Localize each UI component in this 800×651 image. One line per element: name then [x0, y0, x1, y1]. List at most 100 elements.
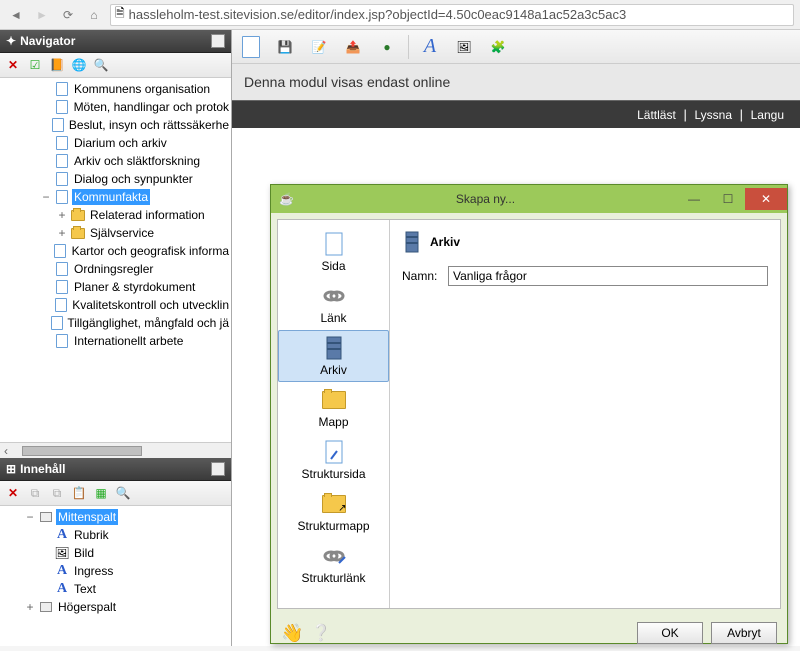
delete-icon[interactable]: ✕ — [4, 56, 22, 74]
search-icon[interactable]: 🔍 — [92, 56, 110, 74]
twisty-icon[interactable]: + — [56, 225, 68, 241]
name-input[interactable] — [448, 266, 768, 286]
tree-label: Internationellt arbete — [72, 333, 185, 349]
tree-label: Dialog och synpunkter — [72, 171, 195, 187]
tree-label: Text — [72, 581, 98, 597]
type-mapp[interactable]: Mapp — [278, 382, 389, 434]
page-icon — [54, 262, 70, 276]
publish-icon[interactable]: ● — [374, 34, 400, 60]
close-button[interactable]: ✕ — [745, 188, 787, 210]
type-strukturmapp[interactable]: ↗Strukturmapp — [278, 486, 389, 538]
type-list[interactable]: Sida LänkArkivMapp Struktursida ↗Strukturma… — [278, 220, 390, 608]
twisty-icon[interactable]: − — [24, 509, 36, 525]
tree-item[interactable]: 🖼Bild — [0, 544, 231, 562]
dialog-titlebar[interactable]: ☕ Skapa ny... — ☐ ✕ — [271, 185, 787, 213]
help-icon[interactable]: ❔ — [311, 623, 331, 643]
collapse-icon[interactable] — [211, 462, 225, 476]
navigator-tree[interactable]: Kommunens organisationMöten, handlingar … — [0, 78, 231, 442]
lyssna-link[interactable]: Lyssna — [690, 108, 736, 122]
note-icon[interactable]: 📝 — [306, 34, 332, 60]
export-icon[interactable]: 📤 — [340, 34, 366, 60]
type-label: Struktursida — [301, 467, 365, 481]
twisty-icon[interactable]: + — [24, 599, 36, 615]
tree-item[interactable]: Dialog och synpunkter — [0, 170, 231, 188]
check-icon[interactable]: ☑ — [26, 56, 44, 74]
copy-icon[interactable]: ⧉ — [26, 484, 44, 502]
twisty-icon[interactable]: + — [56, 207, 68, 223]
tree-label: Ordningsregler — [72, 261, 155, 277]
page-icon — [53, 298, 68, 312]
page-icon — [54, 280, 70, 294]
tree-item[interactable]: Kommunens organisation — [0, 80, 231, 98]
tree-item[interactable]: AText — [0, 580, 231, 598]
font-icon[interactable]: A — [417, 34, 443, 60]
tree-item[interactable]: Beslut, insyn och rättssäkerhe — [0, 116, 231, 134]
url-input[interactable] — [129, 7, 789, 22]
online-banner: Denna modul visas endast online — [232, 64, 800, 101]
tree-label: Möten, handlingar och protok — [72, 99, 231, 115]
lattlast-link[interactable]: Lättläst — [633, 108, 680, 122]
tree-item[interactable]: Arkiv och släktforskning — [0, 152, 231, 170]
tree-item[interactable]: +Relaterad information — [0, 206, 231, 224]
tree-item[interactable]: Tillgänglighet, mångfald och jä — [0, 314, 231, 332]
tree-item[interactable]: ARubrik — [0, 526, 231, 544]
url-bar[interactable]: 🗎 — [110, 4, 794, 26]
tree-item[interactable]: +Högerspalt — [0, 598, 231, 616]
tree-item[interactable]: −Mittenspalt — [0, 508, 231, 526]
type-länk[interactable]: Länk — [278, 278, 389, 330]
copy2-icon[interactable]: ⧉ — [48, 484, 66, 502]
delete-icon[interactable]: ✕ — [4, 484, 22, 502]
home-button[interactable]: ⌂ — [84, 5, 104, 25]
tree-item[interactable]: −Kommunfakta — [0, 188, 231, 206]
paste-icon[interactable]: 📋 — [70, 484, 88, 502]
tree-item[interactable]: Kvalitetskontroll och utvecklin — [0, 296, 231, 314]
struktursida-icon — [318, 439, 350, 465]
tree-item[interactable]: +Självservice — [0, 224, 231, 242]
tree-label: Rubrik — [72, 527, 111, 543]
maximize-button[interactable]: ☐ — [711, 188, 745, 210]
globe-icon[interactable]: 🌐 — [70, 56, 88, 74]
reload-button[interactable]: ⟳ — [58, 5, 78, 25]
tree-item[interactable]: Möten, handlingar och protok — [0, 98, 231, 116]
type-struktursida[interactable]: Struktursida — [278, 434, 389, 486]
type-arkiv[interactable]: Arkiv — [278, 330, 389, 382]
tree-item[interactable]: Internationellt arbete — [0, 332, 231, 350]
tree-item[interactable]: Diarium och arkiv — [0, 134, 231, 152]
type-strukturlänk[interactable]: Strukturlänk — [278, 538, 389, 590]
ok-button[interactable]: OK — [637, 622, 703, 644]
minimize-button[interactable]: — — [677, 188, 711, 210]
new-icon[interactable] — [238, 34, 264, 60]
back-button[interactable]: ◄ — [6, 5, 26, 25]
type-sida[interactable]: Sida — [278, 226, 389, 278]
save-icon[interactable]: 💾 — [272, 34, 298, 60]
tree-item[interactable]: AIngress — [0, 562, 231, 580]
book-icon[interactable]: 📙 — [48, 56, 66, 74]
cancel-button[interactable]: Avbryt — [711, 622, 777, 644]
strukturmapp-icon: ↗ — [318, 491, 350, 517]
add-icon[interactable]: ▦ — [92, 484, 110, 502]
tree-item[interactable]: Ordningsregler — [0, 260, 231, 278]
forward-button[interactable]: ► — [32, 5, 52, 25]
sida-icon — [318, 231, 350, 257]
innehall-header: ⊞ Innehåll — [0, 458, 231, 481]
type-label: Sida — [321, 259, 345, 273]
page-icon — [51, 316, 63, 330]
language-link[interactable]: Langu — [747, 108, 788, 122]
page-icon — [54, 334, 70, 348]
tree-item[interactable]: Kartor och geografisk informa — [0, 242, 231, 260]
top-nav-strip: Lättläst | Lyssna | Langu — [232, 101, 800, 128]
page-icon — [54, 136, 70, 150]
image-icon[interactable]: 🖼 — [451, 34, 477, 60]
tree-item[interactable]: Planer & styrdokument — [0, 278, 231, 296]
module-icon[interactable]: 🧩 — [485, 34, 511, 60]
A-icon: A — [54, 564, 70, 578]
zoom-icon[interactable]: 🔍 — [114, 484, 132, 502]
page-icon — [54, 190, 70, 204]
twisty-icon[interactable]: − — [40, 189, 52, 205]
h-scrollbar[interactable]: ‹ — [0, 442, 231, 458]
innehall-tree[interactable]: −MittenspaltARubrik🖼BildAIngressAText+Hö… — [0, 506, 231, 646]
hand-icon[interactable]: 👋 — [281, 623, 303, 644]
mapp-icon — [318, 387, 350, 413]
collapse-icon[interactable] — [211, 34, 225, 48]
content-icon: ⊞ — [6, 462, 16, 476]
